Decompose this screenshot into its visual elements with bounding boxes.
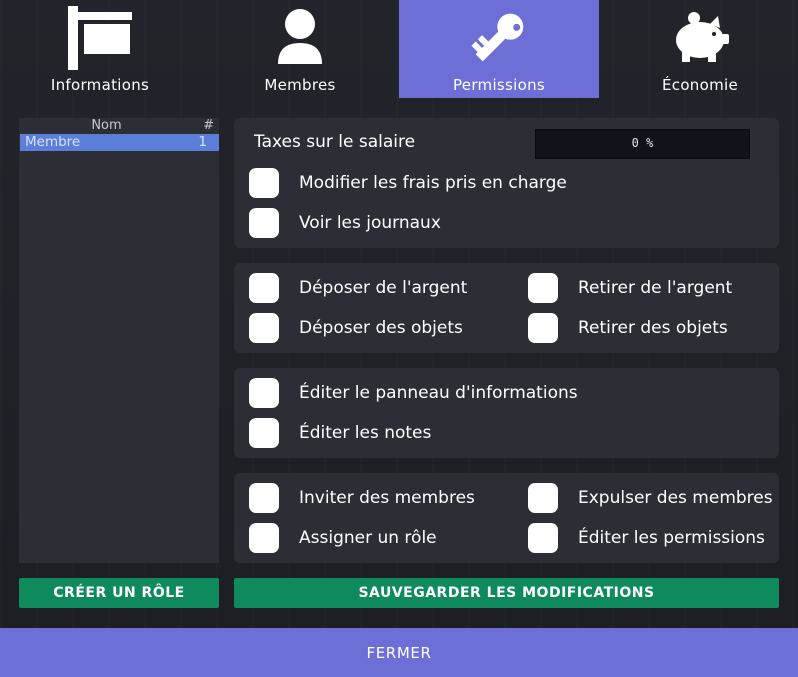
tab-label: Permissions — [452, 76, 546, 94]
info-permissions-panel: Éditer le panneau d'informations Éditer … — [234, 368, 779, 458]
checkbox[interactable] — [249, 273, 279, 303]
checkbox[interactable] — [528, 483, 558, 513]
permission-edit-notes[interactable]: Éditer les notes — [249, 418, 431, 448]
permission-modify-fees[interactable]: Modifier les frais pris en charge — [249, 168, 567, 198]
permission-label: Déposer des objets — [299, 318, 463, 338]
permission-label: Inviter des membres — [299, 488, 475, 508]
permission-label: Éditer les notes — [299, 423, 432, 443]
permission-invite-members[interactable]: Inviter des membres — [249, 483, 475, 513]
permission-withdraw-items[interactable]: Retirer des objets — [528, 313, 728, 343]
role-member-count: 1 — [198, 134, 207, 150]
finance-permissions-panel: Taxes sur le salaire 0 % Modifier les fr… — [234, 118, 779, 248]
roles-header: Nom # — [19, 118, 219, 134]
salary-tax-slider[interactable]: 0 % — [535, 129, 750, 159]
piggy-bank-icon — [665, 6, 735, 70]
permission-label: Éditer le panneau d'informations — [299, 383, 578, 403]
salary-tax-label: Taxes sur le salaire — [254, 132, 416, 152]
permission-kick-members[interactable]: Expulser des membres — [528, 483, 773, 513]
checkbox[interactable] — [249, 418, 279, 448]
tab-label: Informations — [50, 76, 150, 94]
close-button[interactable]: FERMER — [0, 628, 798, 677]
permission-deposit-money[interactable]: Déposer de l'argent — [249, 273, 467, 303]
permission-deposit-items[interactable]: Déposer des objets — [249, 313, 463, 343]
roles-list[interactable]: Nom # Membre 1 — [19, 118, 219, 563]
permission-edit-permissions[interactable]: Éditer les permissions — [528, 523, 765, 553]
checkbox[interactable] — [249, 378, 279, 408]
role-row[interactable]: Membre 1 — [20, 134, 219, 151]
permission-label: Expulser des membres — [578, 488, 773, 508]
salary-tax-value: 0 % — [631, 136, 654, 150]
save-changes-button[interactable]: SAUVEGARDER LES MODIFICATIONS — [234, 578, 779, 608]
checkbox[interactable] — [249, 208, 279, 238]
bank-permissions-panel: Déposer de l'argent Retirer de l'argent … — [234, 263, 779, 353]
permission-view-logs[interactable]: Voir les journaux — [249, 208, 441, 238]
permission-label: Déposer de l'argent — [299, 278, 468, 298]
permission-assign-role[interactable]: Assigner un rôle — [249, 523, 437, 553]
permission-label: Retirer des objets — [578, 318, 728, 338]
checkbox[interactable] — [249, 168, 279, 198]
checkbox[interactable] — [528, 523, 558, 553]
checkbox[interactable] — [249, 483, 279, 513]
permission-label: Assigner un rôle — [299, 528, 437, 548]
key-icon — [464, 6, 534, 70]
create-role-button[interactable]: CRÉER UN RÔLE — [19, 578, 219, 608]
tab-informations[interactable]: Informations — [0, 0, 200, 98]
permission-edit-info-board[interactable]: Éditer le panneau d'informations — [249, 378, 578, 408]
sign-icon — [65, 6, 135, 70]
tab-economie[interactable]: Économie — [600, 0, 798, 98]
tab-label: Membres — [264, 76, 336, 94]
tab-label: Économie — [662, 76, 738, 94]
tab-membres[interactable]: Membres — [200, 0, 400, 98]
user-icon — [265, 6, 335, 70]
permission-label: Modifier les frais pris en charge — [299, 173, 567, 193]
tab-permissions[interactable]: Permissions — [399, 0, 599, 98]
column-name-header: Nom — [91, 118, 122, 133]
permission-label: Éditer les permissions — [578, 528, 765, 548]
member-permissions-panel: Inviter des membres Expulser des membres… — [234, 473, 779, 563]
permission-label: Voir les journaux — [299, 213, 441, 233]
permission-withdraw-money[interactable]: Retirer de l'argent — [528, 273, 732, 303]
permission-label: Retirer de l'argent — [578, 278, 733, 298]
tab-bar: Informations Membres Permissions Économi… — [0, 0, 798, 98]
role-name: Membre — [25, 134, 81, 150]
checkbox[interactable] — [249, 523, 279, 553]
column-count-header: # — [203, 118, 214, 133]
checkbox[interactable] — [528, 273, 558, 303]
checkbox[interactable] — [528, 313, 558, 343]
checkbox[interactable] — [249, 313, 279, 343]
